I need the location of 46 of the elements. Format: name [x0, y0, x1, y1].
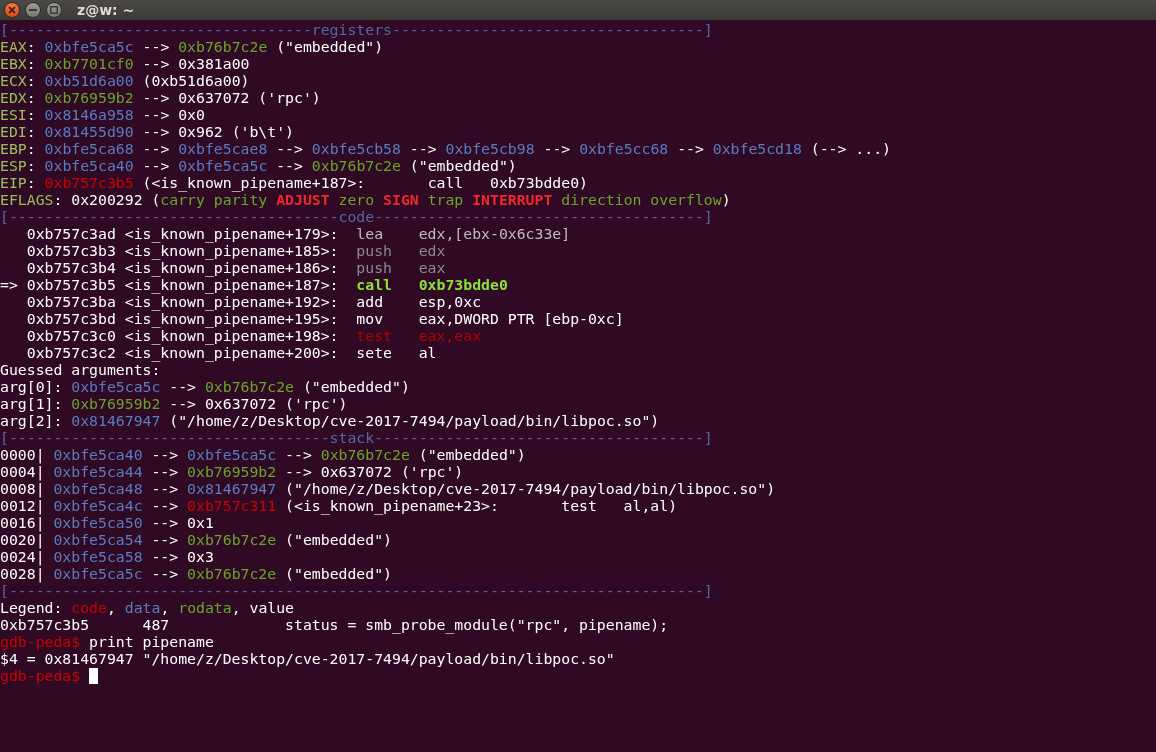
terminal-line: 0028| 0xbfe5ca5c --> 0xb76b7c2e ("embedded")	[0, 565, 392, 582]
minimize-icon	[29, 9, 37, 11]
terminal-line: 0xb757c3b4 <is_known_pipename+186>: push eax	[25, 259, 446, 276]
terminal-line: arg[1]: 0xb76959b2 --> 0x637072 ('rpc')	[0, 395, 348, 412]
terminal-line: 0004| 0xbfe5ca44 --> 0xb76959b2 --> 0x637072 ('rpc')	[0, 463, 464, 480]
terminal-line: 0xb757c3c0 <is_known_pipename+198>: test eax,eax	[25, 327, 482, 344]
terminal-line: 0xb757c3ba <is_known_pipename+192>: add esp,0xc	[25, 293, 482, 310]
maximize-icon	[50, 6, 58, 14]
terminal-line: => 0xb757c3b5 <is_known_pipename+187>: call 0xb73bdde0	[0, 276, 508, 293]
terminal-line: EIP: 0xb757c3b5 (<is_known_pipename+187>: call 0xb73bdde0)	[0, 174, 588, 191]
maximize-button[interactable]	[46, 2, 62, 18]
terminal-line: 0016| 0xbfe5ca50 --> 0x1	[0, 514, 214, 531]
window-title: z@w: ~	[77, 2, 135, 18]
terminal-line: 0xb757c3b3 <is_known_pipename+185>: push edx	[25, 242, 446, 259]
terminal-line: gdb-peda$	[0, 667, 81, 684]
terminal-line: 0008| 0xbfe5ca48 --> 0x81467947 ("/home/z/Desktop/cve-2017-7494/payload/bin/libpoc.so")	[0, 480, 776, 497]
terminal-line: Legend: code, data, rodata, value	[0, 599, 295, 616]
terminal-line: ESI: 0x8146a958 --> 0x0	[0, 106, 205, 123]
close-icon	[8, 6, 16, 14]
terminal-line: [-------------------------------------code-------------------------------------]	[0, 208, 713, 225]
terminal-line: EBP: 0xbfe5ca68 --> 0xbfe5cae8 --> 0xbfe5cb58 --> 0xbfe5cb98 --> 0xbfe5cc68 --> 0xbfe5cd18 (--> ...)	[0, 140, 891, 157]
terminal-line: 0xb757c3bd <is_known_pipename+195>: mov eax,DWORD PTR [ebp-0xc]	[25, 310, 624, 327]
terminal-line: EDX: 0xb76959b2 --> 0x637072 ('rpc')	[0, 89, 321, 106]
terminal-line: gdb-peda$ print pipename	[0, 633, 214, 650]
terminal-line: EDI: 0x81455d90 --> 0x962 ('b\t')	[0, 123, 294, 140]
terminal-line: Guessed arguments:	[0, 361, 161, 378]
terminal-line: [----------------------------------registers-----------------------------------]	[0, 21, 713, 38]
terminal-line: EBX: 0xb7701cf0 --> 0x381a00	[0, 55, 250, 72]
terminal-line: 0xb757c3ad <is_known_pipename+179>: lea edx,[ebx-0x6c33e]	[25, 225, 571, 242]
terminal-line: 0012| 0xbfe5ca4c --> 0xb757c311 (<is_known_pipename+23>: test al,al)	[0, 497, 678, 514]
terminal-line: [------------------------------------stack-------------------------------------]	[0, 429, 713, 446]
terminal-line: 0xb757c3b5 487 status = smb_probe_module("rpc", pipename);	[0, 616, 669, 633]
terminal-line: ECX: 0xb51d6a00 (0xb51d6a00)	[0, 72, 250, 89]
minimize-button[interactable]	[25, 2, 41, 18]
terminal-line: 0024| 0xbfe5ca58 --> 0x3	[0, 548, 214, 565]
terminal-line: EAX: 0xbfe5ca5c --> 0xb76b7c2e ("embedded")	[0, 38, 384, 55]
terminal-line: 0000| 0xbfe5ca40 --> 0xbfe5ca5c --> 0xb76b7c2e ("embedded")	[0, 446, 526, 463]
terminal-line: arg[0]: 0xbfe5ca5c --> 0xb76b7c2e ("embedded")	[0, 378, 410, 395]
terminal-line: [------------------------------------------------------------------------------]	[0, 582, 713, 599]
terminal-line: ESP: 0xbfe5ca40 --> 0xbfe5ca5c --> 0xb76b7c2e ("embedded")	[0, 157, 517, 174]
close-button[interactable]	[4, 2, 20, 18]
terminal-line: 0xb757c3c2 <is_known_pipename+200>: sete al	[25, 344, 437, 361]
terminal-line: EFLAGS: 0x200292 (carry parity ADJUST zero SIGN trap INTERRUPT direction overflow)	[0, 191, 731, 208]
terminal-line: 0020| 0xbfe5ca54 --> 0xb76b7c2e ("embedded")	[0, 531, 392, 548]
terminal-line: $4 = 0x81467947 "/home/z/Desktop/cve-2017-7494/payload/bin/libpoc.so"	[0, 650, 615, 667]
terminal-line: arg[2]: 0x81467947 ("/home/z/Desktop/cve-2017-7494/payload/bin/libpoc.so")	[0, 412, 660, 429]
